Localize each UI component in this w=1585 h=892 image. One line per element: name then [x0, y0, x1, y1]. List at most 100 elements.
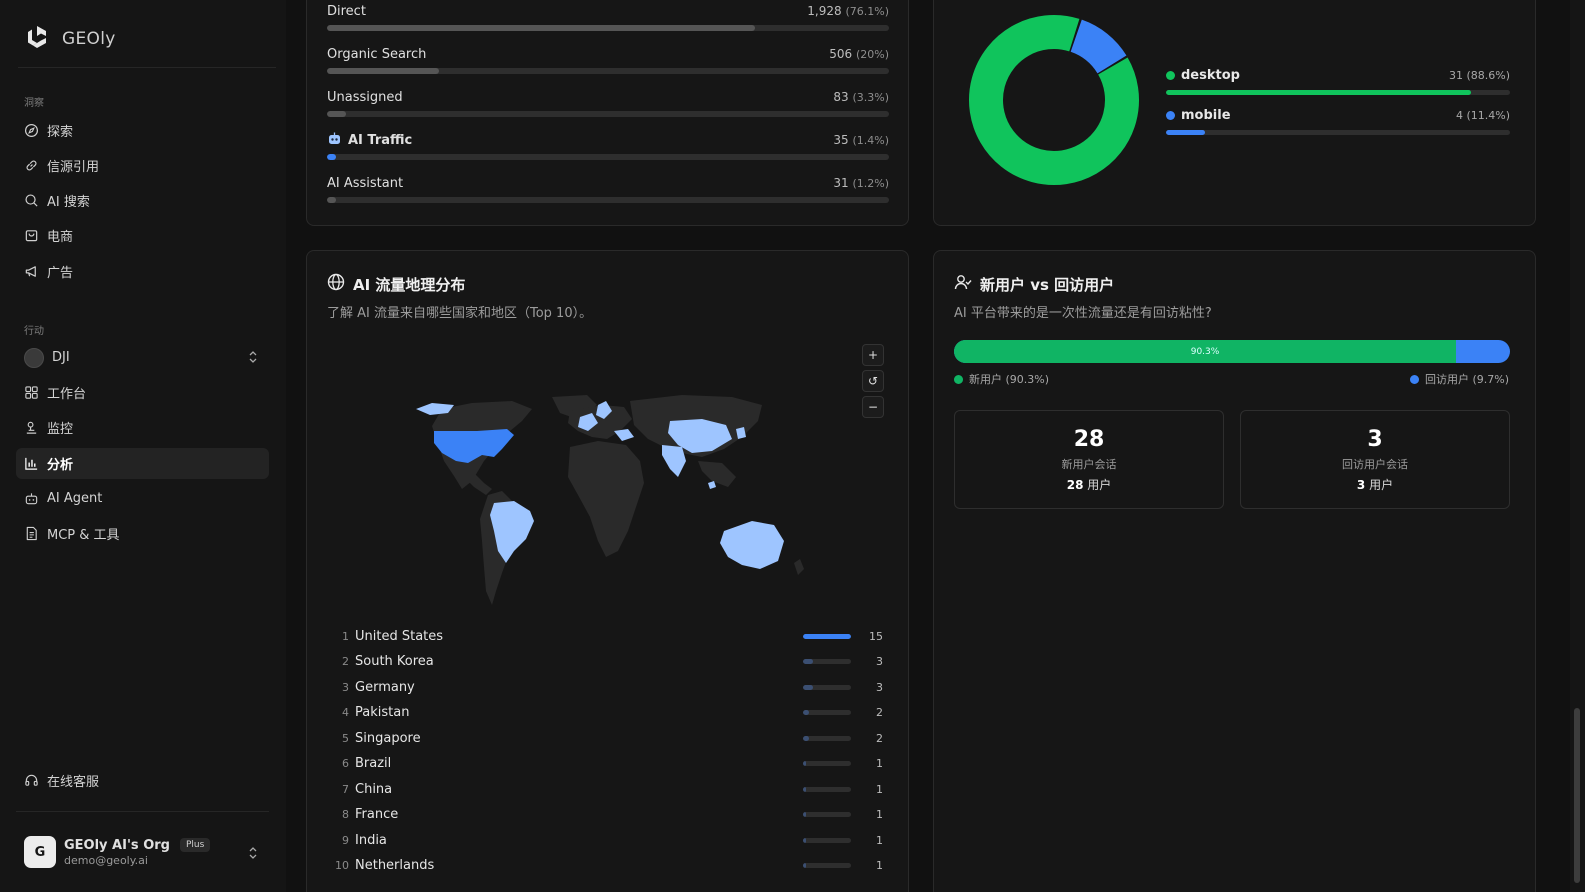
returning-users-dot: [1409, 374, 1419, 384]
sidebar-item-sources[interactable]: 信源引用: [16, 150, 269, 181]
geo-country-row[interactable]: 4 Pakistan 2: [335, 703, 883, 723]
sidebar-item-explore[interactable]: 探索: [16, 115, 269, 146]
geo-country-row[interactable]: 8 France 1: [335, 805, 883, 825]
sidebar-item-ai-agent[interactable]: AI Agent: [16, 483, 269, 514]
geo-country-row[interactable]: 7 China 1: [335, 779, 883, 799]
device-name: desktop: [1181, 67, 1240, 83]
user-check-icon: [954, 273, 972, 295]
support-link[interactable]: 在线客服: [16, 765, 269, 796]
sidebar-item-label: 信源引用: [47, 160, 100, 175]
source-bar-fill: [327, 68, 440, 74]
monitor-icon: [24, 420, 39, 435]
retention-card-subtitle: AI 平台带来的是一次性流量还是有回访粘性?: [954, 306, 1212, 321]
sidebar-item-analytics[interactable]: 分析: [16, 448, 269, 479]
country-name: Pakistan: [355, 705, 410, 720]
country-value: 1: [876, 782, 883, 796]
sidebar-item-ecommerce[interactable]: 电商: [16, 220, 269, 251]
new-users-dot: [954, 374, 963, 384]
traffic-source-row: AI Traffic 35 (1.4%): [327, 130, 889, 160]
country-bar-track: [803, 659, 851, 664]
country-name: India: [355, 832, 387, 848]
avatar: G: [24, 836, 56, 868]
country-value: 1: [876, 808, 883, 821]
map-reset-button[interactable]: ↺: [862, 370, 884, 392]
file-icon: [24, 526, 39, 541]
legend-new-label: 新用户 (90.3%): [969, 373, 1050, 386]
country-bar-track: [803, 812, 851, 817]
geo-country-row[interactable]: 1 United States 15: [335, 626, 883, 646]
stat-value: 28: [1073, 426, 1105, 452]
globe-icon: [327, 273, 345, 295]
geo-country-row[interactable]: 6 Brazil 1: [335, 754, 883, 774]
geo-card-subtitle: 了解 AI 流量来自哪些国家和地区（Top 10）。: [327, 306, 593, 321]
sidebar-item-ai-search[interactable]: AI 搜索: [16, 185, 269, 216]
map-country-australia: [720, 521, 784, 569]
country-rank: 6: [342, 757, 349, 770]
geo-country-row[interactable]: 5 Singapore 2: [335, 728, 883, 748]
country-value: 15: [869, 629, 883, 643]
traffic-source-row: Organic Search 506 (20%): [327, 44, 889, 74]
sidebar-item-label: 分析: [47, 458, 74, 473]
device-value: 31: [1448, 68, 1463, 82]
desktop-dot: [1166, 70, 1175, 80]
device-pct: (88.6%): [1466, 68, 1510, 82]
geo-country-row[interactable]: 2 South Korea 3: [335, 652, 883, 672]
country-bar-track: [803, 684, 851, 690]
country-bar-fill: [803, 633, 851, 639]
country-bar-track: [803, 761, 851, 766]
source-bar-track: [327, 197, 889, 203]
source-name: Unassigned: [327, 89, 403, 105]
geo-title-text: AI 流量地理分布: [353, 275, 466, 294]
country-value: 3: [876, 655, 883, 668]
sidebar-item-label: 工作台: [47, 387, 87, 402]
country-bar-fill: [803, 735, 810, 741]
country-name: United States: [355, 628, 444, 644]
new-vs-returning-bar: 90.3%: [954, 340, 1510, 363]
map-zoom-out-button[interactable]: −: [862, 396, 884, 418]
donut-slice-desktop[interactable]: [961, 7, 1147, 193]
world-map[interactable]: [402, 391, 822, 621]
device-bar-fill: [1166, 90, 1471, 95]
sidebar-item-label: 电商: [47, 230, 74, 245]
project-avatar: [24, 347, 44, 368]
device-value: 4: [1455, 108, 1463, 122]
sidebar-item-workspace[interactable]: 工作台: [16, 377, 269, 408]
geo-country-row[interactable]: 10 Netherlands 1: [335, 856, 883, 876]
country-rank: 2: [342, 655, 349, 668]
country-rank: 5: [342, 731, 349, 745]
country-bar-fill: [803, 684, 813, 690]
sidebar-item-ads[interactable]: 广告: [16, 256, 269, 287]
user-email: demo@geoly.ai: [64, 853, 148, 867]
country-value: 2: [876, 706, 883, 719]
geo-country-row[interactable]: 9 India 1: [335, 830, 883, 850]
project-switcher[interactable]: DJI: [16, 342, 269, 373]
retention-title-text: 新用户 vs 回访用户: [980, 275, 1115, 294]
sidebar-item-monitor[interactable]: 监控: [16, 412, 269, 443]
geo-country-row[interactable]: 3 Germany 3: [335, 677, 883, 697]
robot-icon: [327, 131, 342, 150]
geo-distribution-card: AI 流量地理分布 了解 AI 流量来自哪些国家和地区（Top 10）。 + ↺…: [306, 250, 909, 892]
mobile-dot: [1166, 110, 1175, 120]
device-donut-chart: [961, 7, 1147, 193]
country-bar-track: [803, 735, 851, 741]
sidebar-item-label: 广告: [47, 266, 74, 281]
country-value: 1: [876, 859, 883, 872]
country-name: Netherlands: [355, 858, 435, 873]
traffic-source-row: AI Assistant 31 (1.2%): [327, 173, 889, 203]
page-scrollbar-thumb[interactable]: [1574, 708, 1580, 883]
source-bar-fill: [327, 111, 346, 117]
stat-value: 3: [1367, 426, 1383, 452]
map-land-southeast-asia: [698, 461, 736, 487]
map-zoom-in-button[interactable]: +: [862, 344, 884, 366]
user-menu[interactable]: G GEOly AI's Org Plus demo@geoly.ai: [24, 834, 269, 870]
country-value: 2: [876, 731, 883, 745]
support-label: 在线客服: [47, 775, 100, 790]
brand[interactable]: GEOly: [24, 24, 116, 54]
section-label-insight: 洞察: [24, 98, 44, 109]
country-bar-fill: [803, 863, 807, 868]
country-rank: 1: [342, 629, 349, 643]
sidebar-item-mcp-tools[interactable]: MCP & 工具: [16, 518, 269, 549]
source-value: 506 (20%): [829, 47, 889, 61]
country-rank: 9: [342, 833, 349, 847]
source-name: Organic Search: [327, 46, 427, 62]
